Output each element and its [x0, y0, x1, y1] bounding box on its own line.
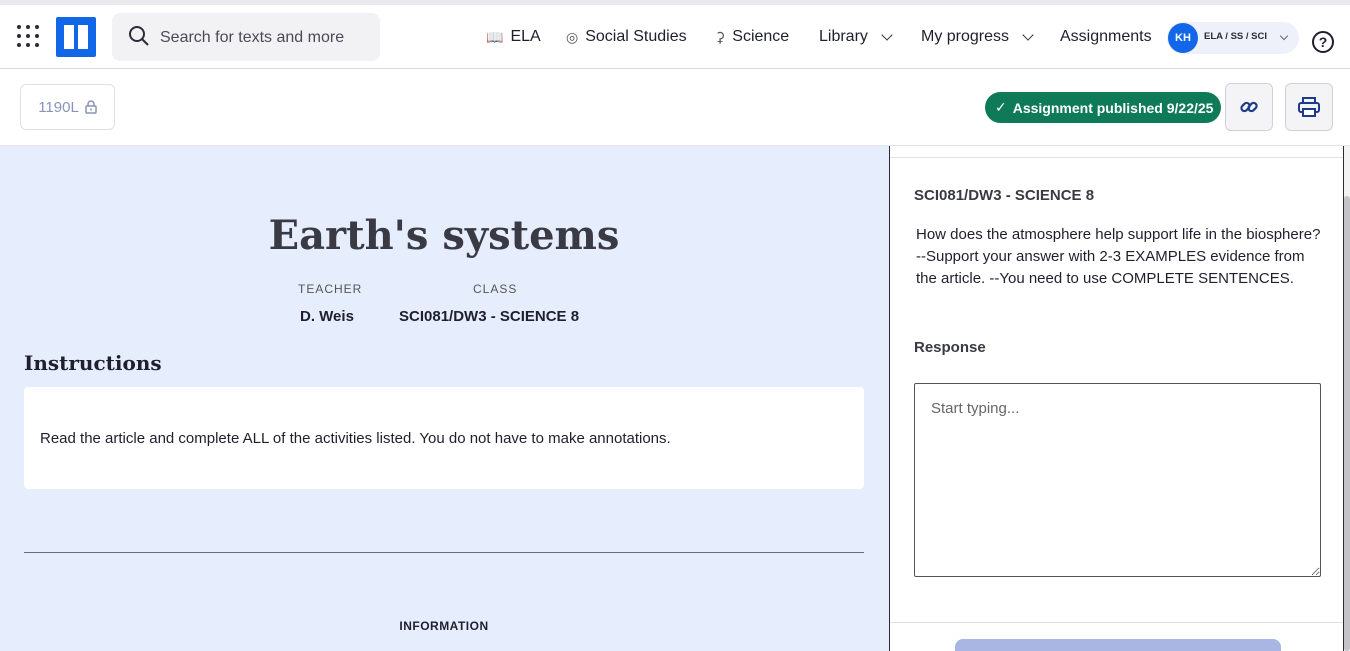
link-icon — [1240, 101, 1258, 113]
question-panel: SCI081/DW3 - SCIENCE 8 How does the atmo… — [889, 146, 1344, 651]
class-name: SCI081/DW3 - SCIENCE 8 — [399, 308, 580, 325]
response-label: Response — [914, 339, 986, 356]
nav-my-progress[interactable]: My progress — [921, 28, 1034, 46]
information-heading: INFORMATION — [399, 619, 489, 633]
article-pane: Earth's systems TEACHER D. Weis CLASS SC… — [0, 146, 889, 651]
printer-icon — [1298, 97, 1320, 117]
lexile-level-button[interactable]: 1190L — [20, 84, 115, 130]
search-icon — [129, 26, 149, 46]
class-label: CLASS — [473, 282, 518, 296]
nav-science-label: Science — [732, 28, 790, 45]
app-logo[interactable] — [56, 17, 96, 57]
apps-grid-icon[interactable] — [17, 25, 39, 47]
search-placeholder: Search for texts and more — [160, 29, 345, 46]
nav-library[interactable]: Library — [819, 28, 893, 46]
nav-science[interactable]: ⚳ Science — [715, 28, 789, 46]
response-input[interactable] — [914, 383, 1321, 577]
nav-ela[interactable]: 📖 ELA — [486, 28, 541, 46]
chevron-down-icon — [1279, 31, 1289, 41]
question-text: How does the atmosphere help support lif… — [916, 226, 1321, 287]
print-button[interactable] — [1285, 83, 1333, 131]
chevron-down-icon — [1022, 28, 1034, 41]
nav-library-label: Library — [819, 28, 868, 45]
page-scrollbar[interactable] — [1344, 146, 1350, 651]
teacher-label: TEACHER — [298, 282, 363, 296]
search-bar[interactable]: Search for texts and more — [112, 13, 380, 61]
lock-icon — [85, 100, 97, 114]
flask-icon: ⚳ — [715, 28, 726, 45]
help-icon[interactable]: ? — [1312, 31, 1334, 53]
scrollbar-thumb[interactable] — [1344, 196, 1350, 651]
submit-button[interactable] — [955, 639, 1281, 651]
top-navigation: Search for texts and more 📖 ELA ◎ Social… — [0, 0, 1350, 69]
user-classes: ELA / SS / SCI — [1204, 31, 1267, 42]
section-divider — [24, 552, 864, 553]
instructions-box: Read the article and complete ALL of the… — [24, 387, 864, 489]
published-status-badge[interactable]: ✓ Assignment published 9/22/25 — [985, 92, 1222, 123]
article-toolbar: 1190L ✓ Assignment published 9/22/25 — [0, 69, 1350, 146]
chevron-down-icon — [881, 28, 893, 41]
nav-social-studies-label: Social Studies — [585, 28, 687, 45]
lexile-value: 1190L — [38, 98, 79, 116]
panel-top-divider — [890, 157, 1343, 158]
book-icon: 📖 — [486, 28, 504, 45]
instructions-text: Read the article and complete ALL of the… — [40, 430, 671, 447]
panel-bottom-divider — [890, 622, 1343, 623]
nav-assignments-label: Assignments — [1060, 28, 1152, 45]
panel-class-name: SCI081/DW3 - SCIENCE 8 — [914, 187, 1095, 204]
nav-social-studies[interactable]: ◎ Social Studies — [566, 28, 687, 46]
globe-icon: ◎ — [566, 28, 579, 45]
user-menu[interactable]: KH ELA / SS / SCI — [1167, 22, 1299, 54]
check-icon: ✓ — [995, 99, 1007, 115]
nav-ela-label: ELA — [510, 28, 541, 45]
copy-link-button[interactable] — [1225, 83, 1273, 131]
nav-assignments[interactable]: Assignments — [1060, 28, 1152, 46]
avatar: KH — [1168, 23, 1198, 53]
instructions-heading: Instructions — [24, 351, 162, 375]
published-label: Assignment published 9/22/25 — [1012, 99, 1214, 116]
article-title: Earth's systems — [268, 212, 620, 259]
nav-my-progress-label: My progress — [921, 28, 1010, 45]
teacher-name: D. Weis — [300, 308, 354, 325]
